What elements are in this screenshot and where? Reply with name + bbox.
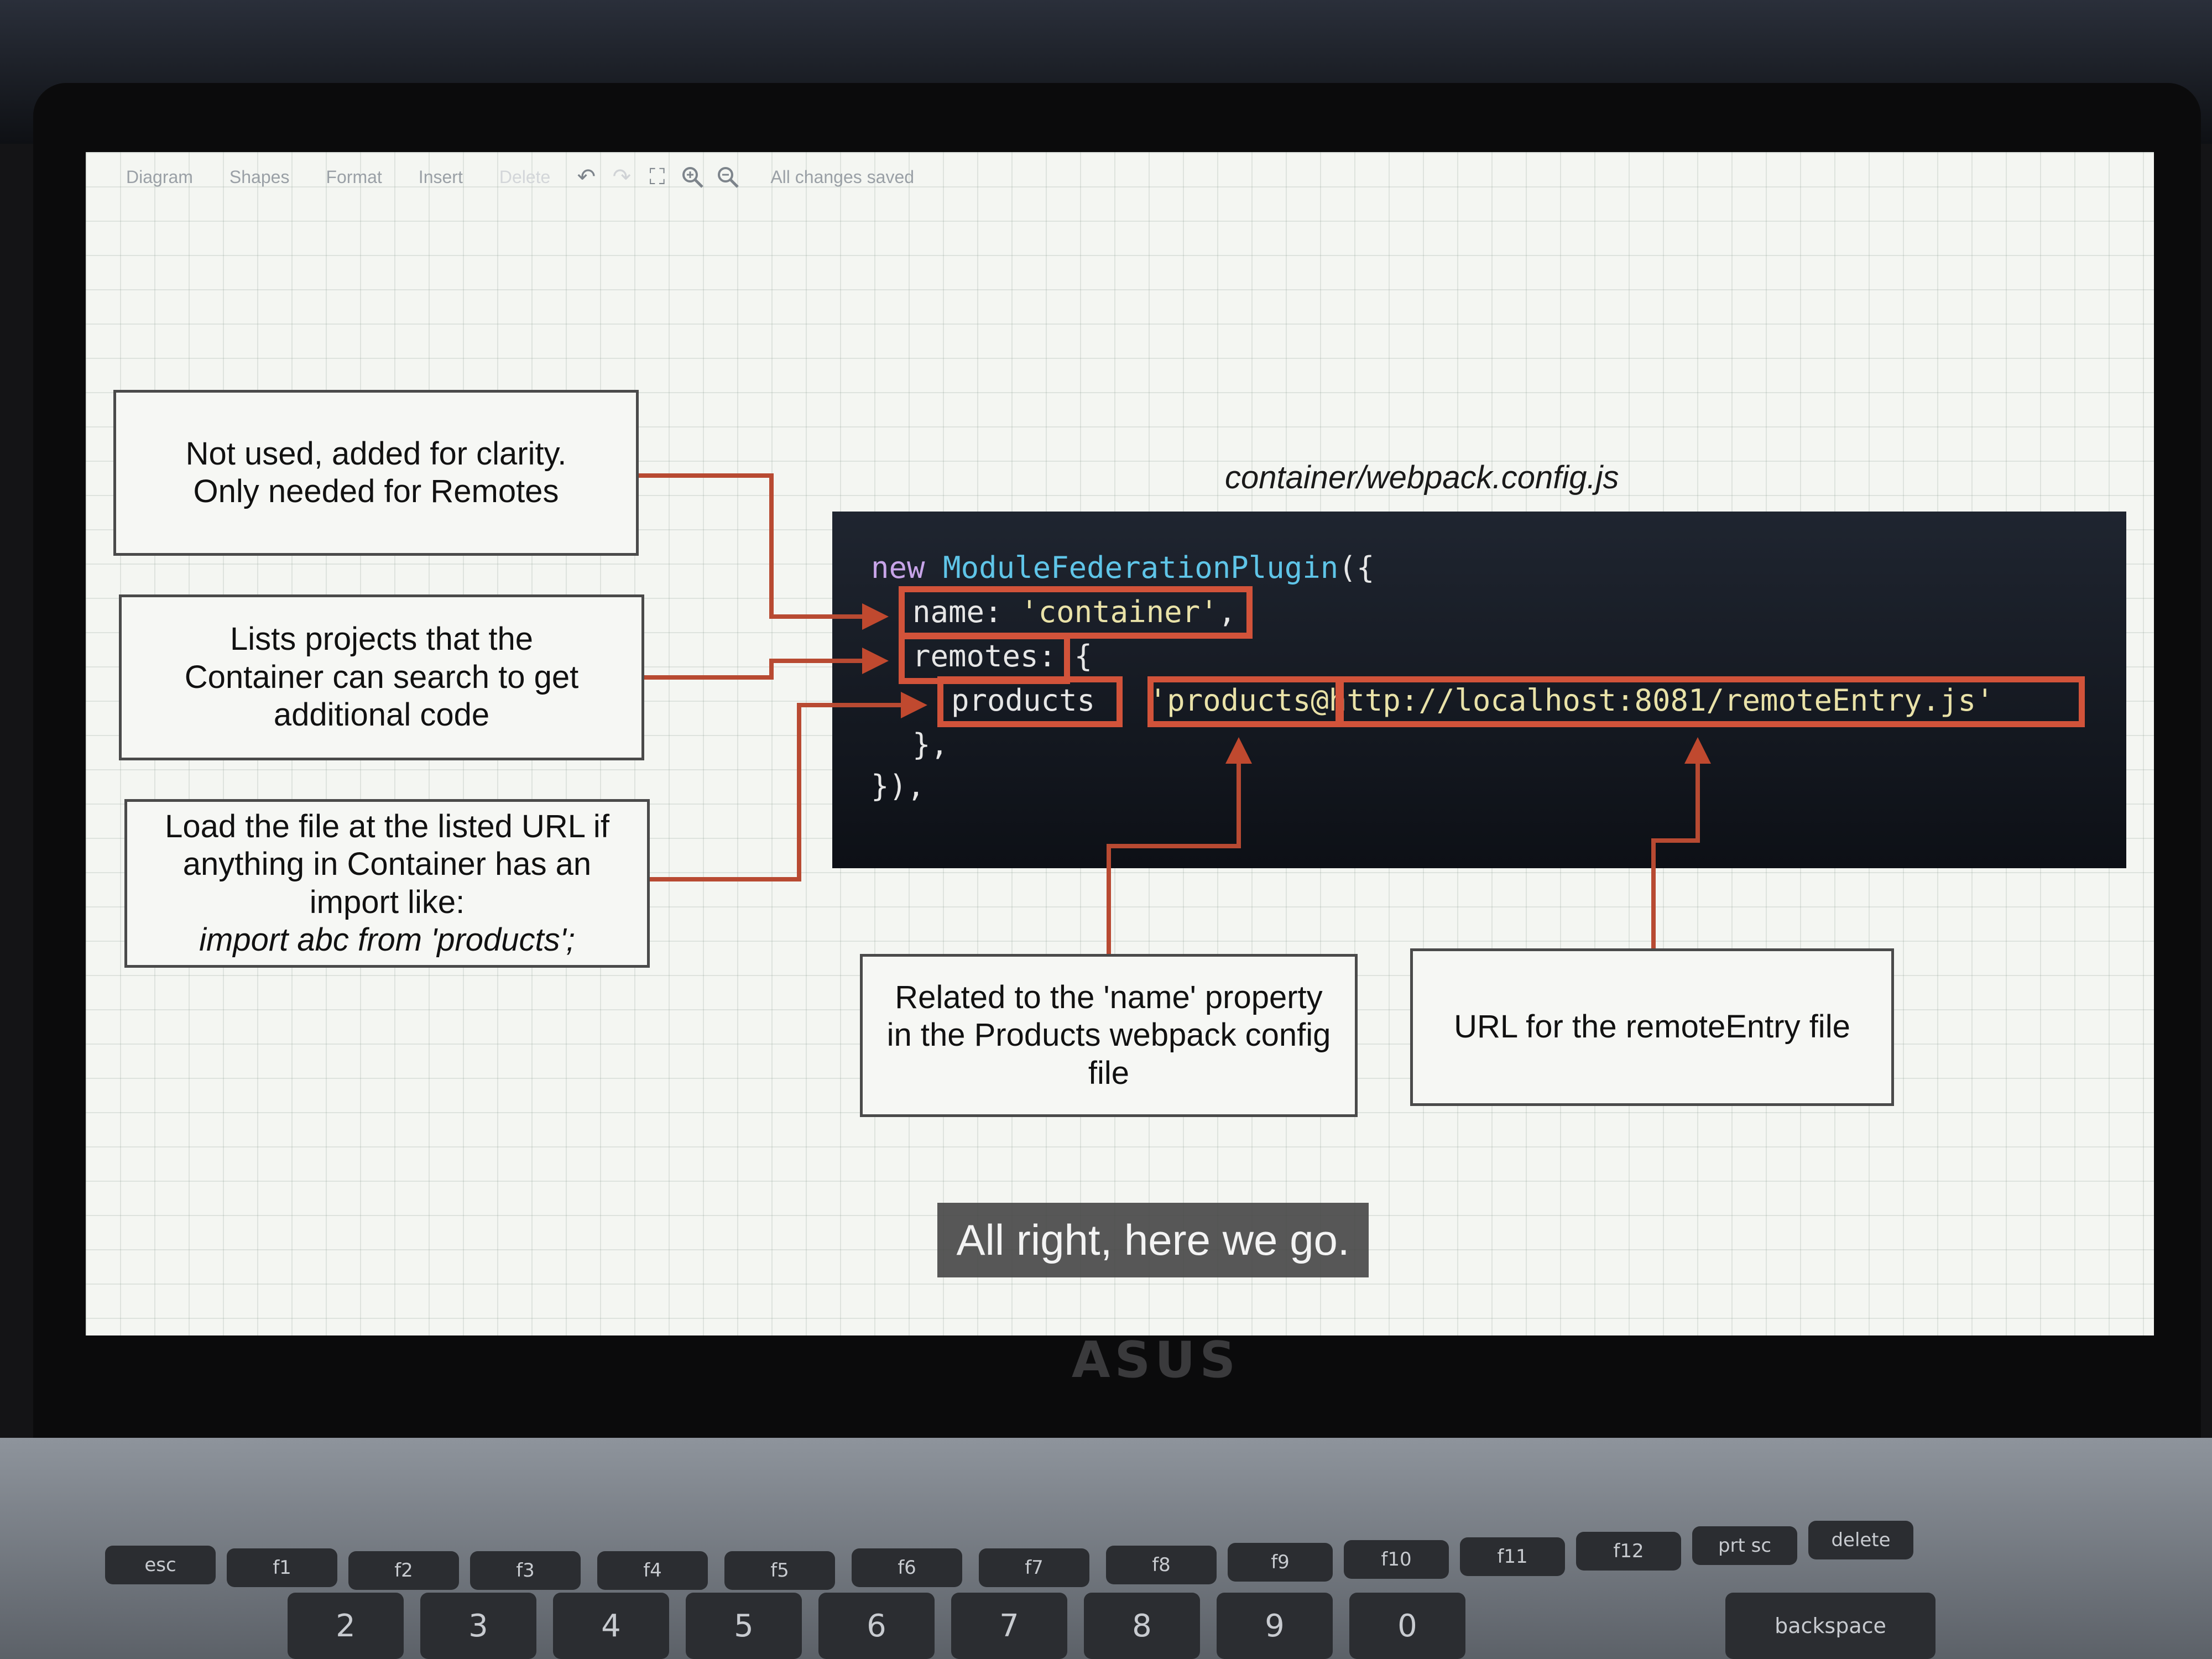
code-class: ModuleFederationPlugin xyxy=(943,550,1339,585)
note-line: Container can search to get xyxy=(184,659,579,695)
menu-diagram[interactable]: Diagram xyxy=(111,167,208,187)
key-esc[interactable]: esc xyxy=(105,1546,216,1584)
key-4[interactable]: 4 xyxy=(553,1593,669,1659)
file-title: container/webpack.config.js xyxy=(1225,460,1619,495)
video-caption: All right, here we go. xyxy=(937,1203,1369,1277)
note-line: Load the file at the listed URL if xyxy=(165,808,609,844)
code-keyword: new xyxy=(871,550,925,585)
editor-toolbar: Diagram Shapes Format Insert Delete ↶ ↷ … xyxy=(86,152,2154,202)
key-f8[interactable]: f8 xyxy=(1106,1546,1217,1584)
code-punct: ({ xyxy=(1338,550,1375,585)
note-url[interactable]: URL for the remoteEntry file xyxy=(1410,948,1894,1106)
key-f9[interactable]: f9 xyxy=(1228,1543,1333,1582)
redo-icon[interactable]: ↷ xyxy=(607,162,637,192)
key-8[interactable]: 8 xyxy=(1084,1593,1200,1659)
key-7[interactable]: 7 xyxy=(951,1593,1067,1659)
note-products-load[interactable]: Load the file at the listed URL if anyth… xyxy=(124,799,650,968)
note-name-clarity[interactable]: Not used, added for clarity. Only needed… xyxy=(113,390,639,556)
zoom-out-icon[interactable] xyxy=(713,162,743,192)
key-f10[interactable]: f10 xyxy=(1344,1540,1449,1579)
note-remotes[interactable]: Lists projects that the Container can se… xyxy=(119,594,644,760)
key-f7[interactable]: f7 xyxy=(979,1548,1089,1587)
key-0[interactable]: 0 xyxy=(1349,1593,1465,1659)
insert-button[interactable]: Insert xyxy=(403,167,478,187)
code-line: }, xyxy=(912,727,949,762)
note-line: anything in Container has an xyxy=(182,846,592,883)
code-line: new ModuleFederationPlugin({ xyxy=(871,550,1374,585)
menu-format[interactable]: Format xyxy=(310,167,397,187)
highlight-products-key xyxy=(937,676,1123,727)
code-punct: { xyxy=(1074,639,1093,674)
zoom-in-icon[interactable] xyxy=(677,162,707,192)
fullscreen-icon[interactable]: ⛶ xyxy=(642,162,672,192)
menu-shapes[interactable]: Shapes xyxy=(214,167,305,187)
note-line: Lists projects that the xyxy=(229,621,534,658)
key-f1[interactable]: f1 xyxy=(227,1548,337,1587)
code-line: }), xyxy=(871,769,925,804)
note-line: additional code xyxy=(273,697,490,733)
key-f2[interactable]: f2 xyxy=(348,1551,459,1590)
code-block[interactable]: new ModuleFederationPlugin({ name: 'cont… xyxy=(832,512,2126,868)
note-line: import like: xyxy=(309,884,465,920)
key-f3[interactable]: f3 xyxy=(470,1551,581,1590)
highlight-products-name xyxy=(1147,676,1344,727)
highlight-url xyxy=(1335,676,2085,727)
key-delete[interactable]: delete xyxy=(1808,1521,1913,1559)
key-2[interactable]: 2 xyxy=(288,1593,404,1659)
key-prtsc[interactable]: prt sc xyxy=(1692,1526,1797,1565)
note-line: URL for the remoteEntry file xyxy=(1454,1009,1850,1045)
key-f12[interactable]: f12 xyxy=(1576,1532,1681,1571)
key-3[interactable]: 3 xyxy=(420,1593,536,1659)
key-f6[interactable]: f6 xyxy=(852,1548,962,1587)
key-9[interactable]: 9 xyxy=(1217,1593,1333,1659)
key-5[interactable]: 5 xyxy=(686,1593,802,1659)
key-f5[interactable]: f5 xyxy=(724,1551,835,1590)
brand-logo: ASUS xyxy=(1071,1331,1240,1389)
delete-button[interactable]: Delete xyxy=(484,167,566,187)
note-line: in the Products webpack config xyxy=(886,1017,1331,1053)
highlight-name xyxy=(899,586,1253,639)
note-line: import abc from 'products'; xyxy=(199,921,575,958)
note-line: Not used, added for clarity. xyxy=(185,435,567,472)
key-6[interactable]: 6 xyxy=(818,1593,935,1659)
screen: Diagram Shapes Format Insert Delete ↶ ↷ … xyxy=(86,152,2154,1335)
key-backspace[interactable]: backspace xyxy=(1725,1593,1936,1659)
note-line: Only needed for Remotes xyxy=(193,473,559,509)
note-line: Related to the 'name' property xyxy=(895,979,1323,1015)
note-name-relation[interactable]: Related to the 'name' property in the Pr… xyxy=(860,954,1358,1117)
save-status: All changes saved xyxy=(770,166,915,187)
key-f4[interactable]: f4 xyxy=(597,1551,708,1590)
key-f11[interactable]: f11 xyxy=(1460,1537,1565,1576)
note-line: file xyxy=(1088,1055,1130,1091)
undo-icon[interactable]: ↶ xyxy=(571,162,601,192)
